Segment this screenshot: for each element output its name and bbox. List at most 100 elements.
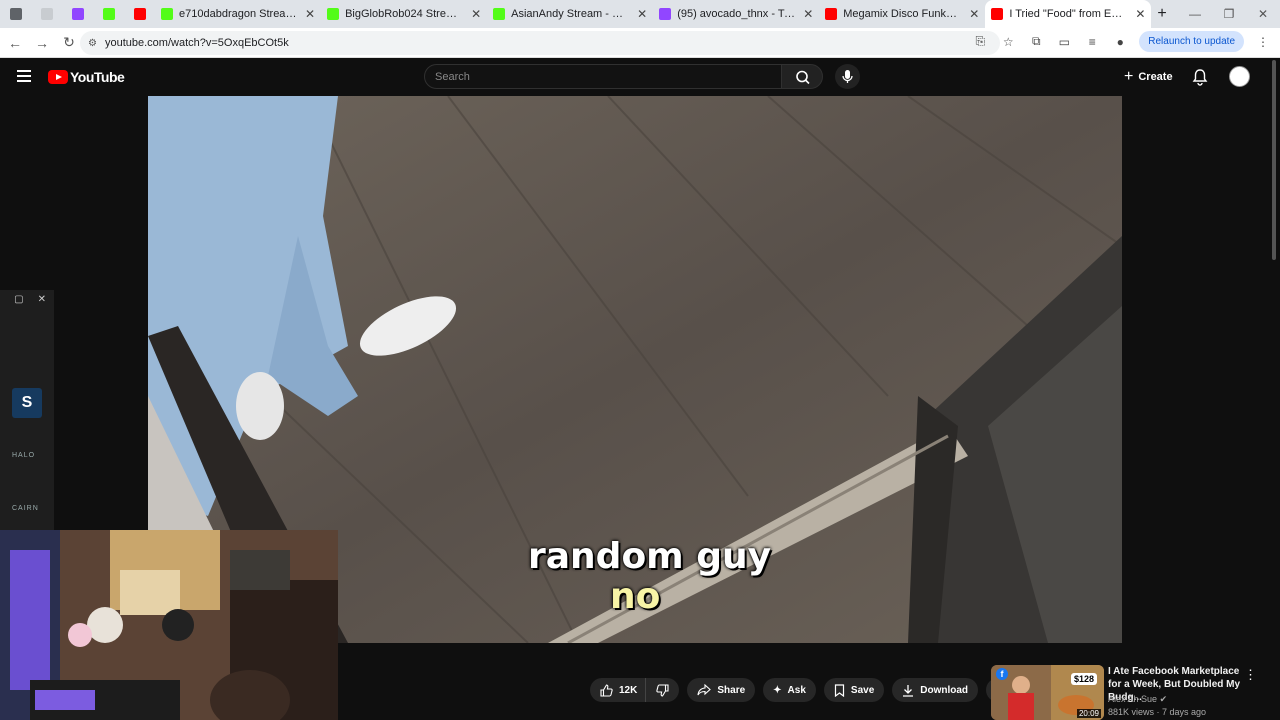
like-count: 12K [619,684,638,696]
webcam-image [0,530,338,720]
youtube-logo[interactable]: YouTube [48,69,125,85]
browser-tab[interactable]: (95) avocado_thnx - Twitch ✕ [653,0,819,28]
close-window-icon[interactable]: ✕ [1246,7,1280,21]
pinned-tab[interactable] [31,0,62,28]
tab-close-icon[interactable]: ✕ [1135,7,1145,21]
install-app-icon[interactable]: ⎘ [971,34,989,49]
notifications-button[interactable] [1192,68,1208,91]
browser-tab[interactable]: e710dabdragon Stream - Watch ✕ [155,0,321,28]
overlay-titlebar: ▢ ✕ [0,290,54,312]
kick-icon [327,8,340,20]
youtube-wordmark: YouTube [70,69,125,85]
back-icon[interactable]: ← [3,35,27,51]
share-label: Share [717,684,746,696]
youtube-icon [825,8,838,20]
recommended-menu-icon[interactable]: ⋮ [1244,667,1257,683]
profile-icon[interactable]: ● [1111,35,1129,49]
verified-icon: ✔ [1159,694,1168,704]
bookmark-icon [834,683,845,697]
browser-tab[interactable]: AsianAndy Stream - Watch Live ✕ [487,0,653,28]
ask-label: Ask [787,684,806,696]
address-bar-actions: ⎘ ☆ ⧉ ▭ ≡ ● Relaunch to update ⋮ [971,31,1272,52]
share-button[interactable]: Share [687,678,756,702]
price-badge: $128 [1071,673,1098,685]
game-app-icon[interactable]: S [12,388,42,418]
reload-icon[interactable]: ↻ [57,34,81,51]
tab-title: e710dabdragon Stream - Watch [179,8,297,20]
account-avatar[interactable] [1229,66,1250,87]
voice-search-button[interactable] [835,64,860,89]
bell-icon [1192,69,1208,86]
kick-icon [102,8,115,20]
save-label: Save [850,684,875,696]
new-tab-button[interactable]: + [1151,0,1172,28]
hamburger-menu-icon[interactable] [17,70,31,82]
duration-badge: 20:09 [1076,709,1101,718]
tab-title: Megamix Disco Funky House 2 [843,8,961,20]
twitch-icon [71,8,84,20]
plus-icon: + [1124,68,1134,85]
pinned-tab[interactable] [0,0,31,28]
create-button[interactable]: + Create [1124,68,1173,86]
overlay-app-window: ▢ ✕ S HALO CAIRN [0,290,54,530]
media-controls-icon[interactable]: ≡ [1083,35,1101,49]
pinned-tab[interactable] [93,0,124,28]
site-info-icon[interactable]: ⚙ [88,38,97,49]
maximize-icon[interactable]: ▢ [14,294,23,308]
recommended-thumbnail[interactable]: f $128 20:09 [991,665,1104,720]
youtube-play-icon [48,70,68,84]
close-icon[interactable]: ✕ [38,294,46,308]
search-button[interactable] [781,64,823,89]
browser-tab[interactable]: Megamix Disco Funky House 2 ✕ [819,0,985,28]
sidepanel-icon[interactable]: ▭ [1055,35,1073,49]
search-input[interactable]: Search [424,64,782,89]
sparkle-icon: ✦ [773,684,782,696]
channel-name: Alex Ah Sue [1108,694,1158,704]
like-button[interactable]: 12K [590,678,646,702]
bookmark-star-icon[interactable]: ☆ [999,35,1017,49]
halo-logo: HALO [12,452,36,459]
create-label: Create [1138,71,1173,83]
ask-button[interactable]: ✦ Ask [763,678,816,702]
tab-close-icon[interactable]: ✕ [637,7,647,21]
browser-tab-bar: e710dabdragon Stream - Watch✕BigGlobRob0… [0,0,1280,28]
browser-tab[interactable]: BigGlobRob024 Stream - Watch ✕ [321,0,487,28]
dislike-button[interactable] [645,678,680,702]
chrome-icon [9,8,22,20]
page-scrollbar[interactable] [1272,60,1276,260]
tab-title: I Tried "Food" from Empty R [1009,8,1127,20]
recommended-video[interactable]: f $128 20:09 I Ate Facebook Marketplace … [991,665,1271,720]
url-input[interactable]: ⚙ youtube.com/watch?v=5OxqEbCOt5k [80,31,1000,55]
restore-icon[interactable]: ❐ [1212,7,1246,21]
tab-close-icon[interactable]: ✕ [305,7,315,21]
download-button[interactable]: Download [892,678,979,702]
address-bar-row: ← → ↻ ⚙ youtube.com/watch?v=5OxqEbCOt5k … [0,28,1280,58]
kick-icon [493,8,506,20]
thumbs-up-icon [600,683,613,697]
recommended-meta: 881K views · 7 days ago [1108,707,1207,717]
facebook-icon: f [996,668,1008,680]
tab-close-icon[interactable]: ✕ [471,7,481,21]
tab-close-icon[interactable]: ✕ [803,7,813,21]
extensions-icon[interactable]: ⧉ [1027,34,1045,49]
pinned-tab[interactable] [62,0,93,28]
pinned-tab[interactable] [124,0,155,28]
youtube-icon [133,8,146,20]
tab-title: BigGlobRob024 Stream - Watch [345,8,463,20]
relaunch-button[interactable]: Relaunch to update [1139,31,1244,52]
microphone-icon [842,70,853,83]
twitch-icon [659,8,672,20]
search-icon [796,70,810,85]
tab-close-icon[interactable]: ✕ [969,7,979,21]
download-label: Download [920,684,969,696]
video-actions: 12K Share ✦ Ask Save Download ••• [590,678,1011,702]
forward-icon[interactable]: → [30,35,54,51]
caption-line-1: random guy [528,536,772,577]
save-button[interactable]: Save [823,678,885,702]
browser-tab[interactable]: I Tried "Food" from Empty R ✕ [985,0,1152,28]
kick-icon [161,8,173,20]
minimize-icon[interactable]: — [1178,7,1212,21]
recommended-channel[interactable]: Alex Ah Sue ✔ [1108,694,1167,705]
menu-kebab-icon[interactable]: ⋮ [1254,35,1272,49]
webcam-overlay [0,530,338,720]
